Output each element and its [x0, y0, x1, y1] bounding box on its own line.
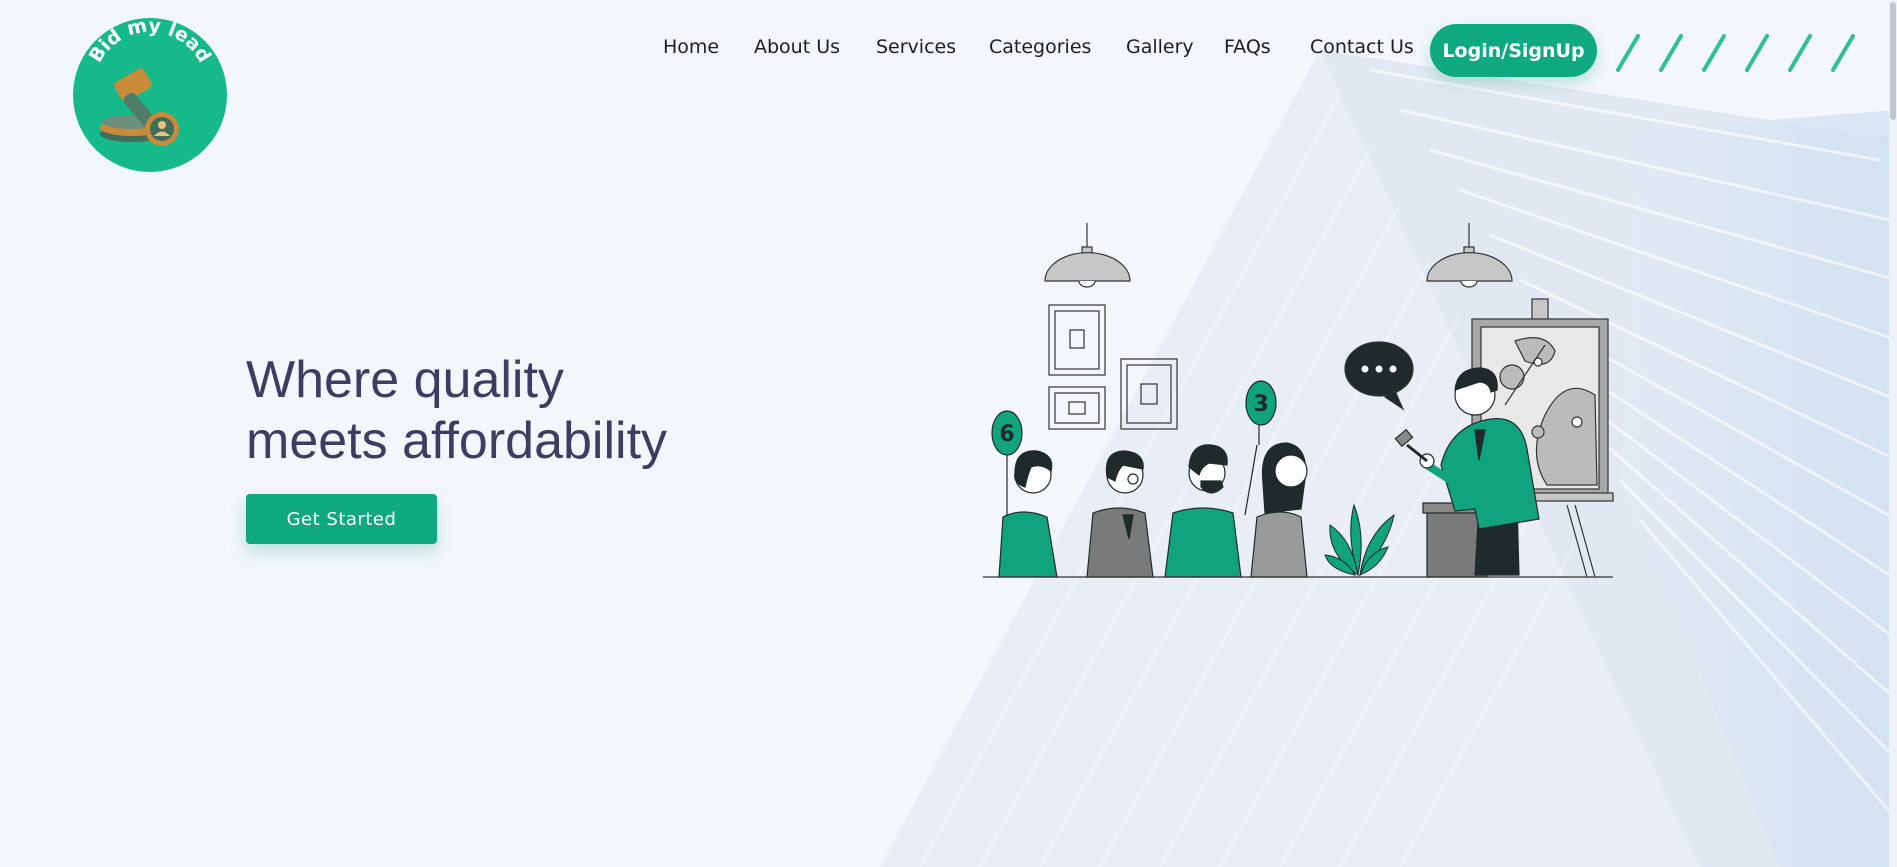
nav-categories[interactable]: Categories [989, 36, 1091, 58]
hero-title-line-2: meets affordability [246, 412, 668, 470]
hero-title-line-1: Where quality [246, 351, 564, 409]
bidder-woman-grey [1250, 442, 1308, 578]
ceiling-lamp-right [1426, 223, 1513, 288]
nav-gallery[interactable]: Gallery [1126, 36, 1194, 58]
speech-bubble [1344, 341, 1414, 411]
bid-paddle-6: 6 [999, 422, 1014, 447]
bid-paddle-3: 3 [1253, 392, 1268, 417]
nav-home[interactable]: Home [663, 36, 719, 58]
nav-contact-us[interactable]: Contact Us [1310, 36, 1414, 58]
decorative-slashes [1616, 34, 1855, 72]
ceiling-lamp-left [1044, 223, 1131, 288]
nav-about-us[interactable]: About Us [754, 36, 840, 58]
get-started-button[interactable]: Get Started [246, 494, 437, 544]
nav-faqs[interactable]: FAQs [1224, 36, 1271, 58]
auction-illustration: 6 3 [983, 223, 1614, 578]
hero-title: Where quality meets affordability [246, 350, 706, 472]
potted-plant [1324, 503, 1395, 577]
wall-frames [1048, 304, 1178, 430]
nav-services[interactable]: Services [876, 36, 956, 58]
bidder-man-grey [1086, 450, 1154, 578]
scrollbar-thumb[interactable] [1890, 2, 1896, 120]
page-scrollbar[interactable] [1889, 0, 1897, 867]
login-signup-button[interactable]: Login/SignUp [1430, 24, 1597, 77]
